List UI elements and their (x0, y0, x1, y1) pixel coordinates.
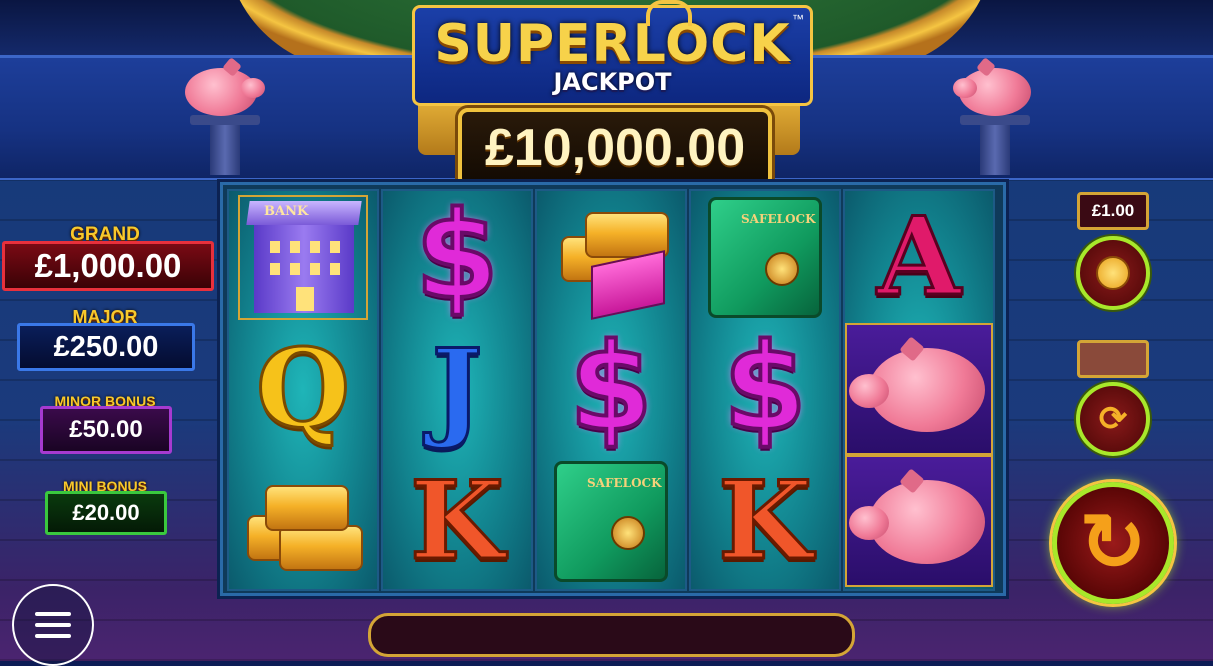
mini-bonus-value: £20.00 (45, 491, 167, 535)
superlock-jackpot-value: £10,000.00 (458, 108, 772, 188)
king-symbol: K (691, 455, 839, 587)
bank-symbol: BANK (229, 191, 377, 323)
reel-5: A (843, 189, 995, 591)
autoplay-button[interactable]: ⟳ (1076, 382, 1150, 456)
autoplay-icon: ⟳ (1098, 400, 1128, 438)
queen-symbol: Q (229, 323, 377, 455)
dollar-symbol: $ (691, 323, 839, 455)
right-pedestal (960, 115, 1030, 175)
stake-value: £1.00 (1091, 201, 1135, 220)
ace-letter: A (876, 194, 963, 320)
dollar-glyph: $ (721, 319, 808, 458)
reel-2: $ J K (381, 189, 533, 591)
trademark: ™ (792, 12, 804, 26)
stake-display[interactable]: £1.00 (1077, 192, 1149, 230)
logo-title: SUPERLOCK (434, 14, 791, 74)
padlock-icon (646, 0, 692, 26)
grand-value: £1,000.00 (2, 241, 214, 291)
left-pedestal (190, 115, 260, 175)
safe-label: SAFELOCK (587, 475, 662, 490)
hamburger-menu-icon (35, 623, 71, 627)
ace-symbol: A (845, 191, 993, 323)
left-piggy-bank-icon (185, 57, 265, 120)
gold-bars-symbol (229, 455, 377, 587)
safe-symbol: SAFELOCK (691, 191, 839, 323)
king-letter: K (717, 458, 814, 584)
dollar-glyph: $ (413, 187, 500, 326)
right-piggy-bank-icon (953, 57, 1033, 120)
message-bar (368, 613, 855, 657)
hamburger-menu-icon (35, 612, 71, 616)
dollar-glyph: $ (567, 319, 654, 458)
stake-button[interactable] (1076, 236, 1150, 310)
jack-letter: J (430, 326, 484, 452)
coin-stack-icon (1096, 256, 1130, 290)
king-symbol: K (383, 455, 531, 587)
queen-letter: Q (254, 326, 351, 452)
reel-3: $ SAFELOCK (535, 189, 687, 591)
safe-label: SAFELOCK (741, 211, 816, 226)
gold-bars-symbol (537, 191, 685, 323)
hamburger-menu-icon (35, 634, 71, 638)
menu-button[interactable] (12, 584, 94, 666)
safe-symbol: SAFELOCK (537, 455, 685, 587)
autoplay-count-display (1077, 340, 1149, 378)
reel-grid: BANK Q $ J K $ SAFELOCK SAFELOCK $ K A (220, 182, 1006, 596)
king-letter: K (409, 458, 506, 584)
jack-symbol: J (383, 323, 531, 455)
minor-bonus-value: £50.00 (40, 406, 172, 454)
piggy-bank-symbol (845, 455, 993, 587)
spin-button[interactable]: ↻ (1052, 482, 1174, 604)
bank-sign: BANK (264, 203, 309, 219)
game-logo: SUPERLOCK JACKPOT (412, 5, 813, 106)
piggy-bank-icon (849, 334, 989, 444)
spin-icon: ↻ (1079, 498, 1147, 587)
dollar-symbol: $ (383, 191, 531, 323)
piggy-bank-symbol (845, 323, 993, 455)
piggy-bank-icon (849, 466, 989, 576)
dollar-symbol: $ (537, 323, 685, 455)
reel-4: SAFELOCK $ K (689, 189, 841, 591)
major-value: £250.00 (17, 323, 195, 371)
reel-1: BANK Q (227, 189, 379, 591)
